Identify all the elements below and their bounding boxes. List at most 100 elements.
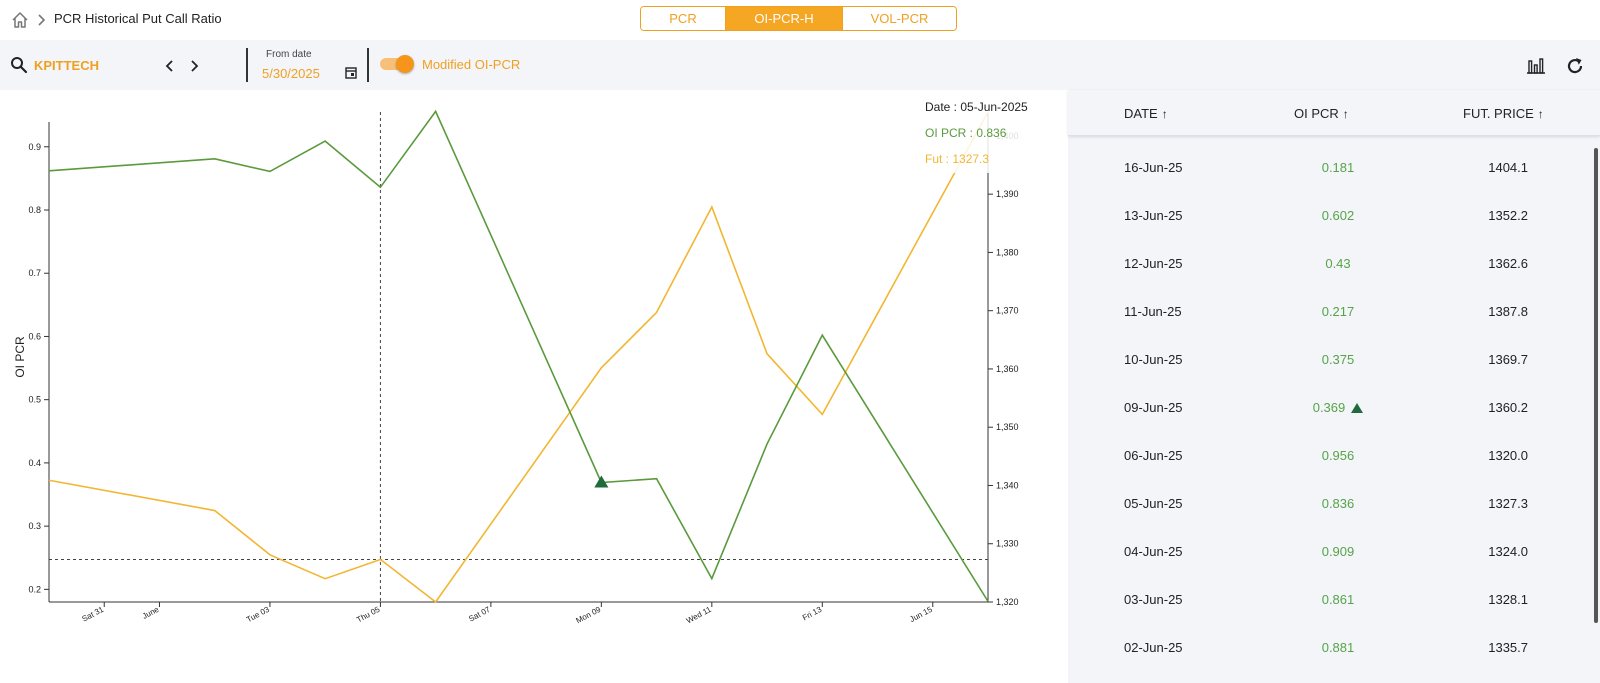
y-tick-label-right: 1,350 bbox=[996, 422, 1019, 432]
calendar-icon[interactable] bbox=[345, 66, 357, 79]
oi-pcr-line bbox=[48, 109, 989, 602]
x-tick-label: June bbox=[141, 605, 161, 621]
table-row[interactable]: 04-Jun-25 0.909 1324.0 bbox=[1068, 528, 1588, 576]
table-scrollbar[interactable] bbox=[1594, 148, 1598, 623]
cell-date: 03-Jun-25 bbox=[1124, 592, 1183, 607]
from-date-label: From date bbox=[266, 49, 312, 60]
bar-chart-icon[interactable] bbox=[1526, 56, 1546, 74]
cell-oi-pcr: 0.375 bbox=[1321, 352, 1355, 367]
cell-date: 11-Jun-25 bbox=[1124, 304, 1182, 319]
x-tick-label: Tue 03 bbox=[245, 605, 271, 625]
table-row[interactable]: 03-Jun-25 0.861 1328.1 bbox=[1068, 576, 1588, 624]
top-bar: PCR Historical Put Call Ratio PCR OI-PCR… bbox=[0, 0, 1600, 40]
x-tick-label: Sat 07 bbox=[467, 605, 492, 624]
sort-arrow-icon: ↑ bbox=[1537, 107, 1544, 121]
column-fut-price[interactable]: FUT. PRICE ↑ bbox=[1463, 106, 1544, 121]
y-tick-label-right: 1,390 bbox=[996, 189, 1019, 199]
toolbar: KPITTECH From date 5/30/2025 Modified OI… bbox=[0, 40, 1600, 90]
cell-oi-pcr: 0.861 bbox=[1321, 592, 1355, 607]
cell-fut-price: 1327.3 bbox=[1488, 496, 1528, 511]
pcr-chart[interactable]: 0.2 0.3 0.4 0.5 0.6 0.7 0.8 0.9 1,320 1,330 1,340 1… bbox=[0, 90, 1055, 683]
cell-oi-pcr: 0.836 bbox=[1321, 496, 1355, 511]
cell-date: 13-Jun-25 bbox=[1124, 208, 1183, 223]
y-tick-label-left: 0.8 bbox=[28, 205, 41, 215]
y-axis-label: OI PCR bbox=[13, 336, 27, 378]
y-tick-label-right: 1,340 bbox=[996, 480, 1019, 490]
tab-pcr[interactable]: PCR bbox=[641, 7, 725, 30]
tooltip-date: Date : 05-Jun-2025 bbox=[925, 100, 1028, 114]
cell-oi-pcr: 0.43 bbox=[1325, 256, 1351, 271]
cell-oi-pcr: 0.181 bbox=[1321, 160, 1355, 175]
cell-date: 02-Jun-25 bbox=[1124, 640, 1183, 655]
cell-oi-pcr: 0.909 bbox=[1321, 544, 1355, 559]
toggle-knob bbox=[396, 55, 414, 73]
y-tick-label-right: 1,380 bbox=[996, 247, 1019, 257]
divider bbox=[246, 48, 248, 82]
view-tabs: PCR OI-PCR-H VOL-PCR bbox=[640, 6, 957, 31]
modified-oi-pcr-toggle[interactable] bbox=[380, 55, 414, 73]
chart-tooltip: Date : 05-Jun-2025 OI PCR : 0.836 Fut : … bbox=[913, 93, 1045, 173]
cell-date: 04-Jun-25 bbox=[1124, 544, 1183, 559]
chevron-right-icon bbox=[38, 14, 46, 26]
home-icon[interactable] bbox=[10, 10, 30, 30]
chevron-left-icon[interactable] bbox=[164, 58, 176, 74]
x-tick-label: Wed 11 bbox=[685, 605, 713, 626]
from-date-input[interactable]: 5/30/2025 bbox=[262, 66, 320, 81]
y-tick-label-left: 0.6 bbox=[28, 331, 41, 341]
x-tick-label: Fri 13 bbox=[801, 605, 824, 623]
table-row[interactable]: 16-Jun-25 0.181 1404.1 bbox=[1068, 144, 1588, 192]
cell-date: 09-Jun-25 bbox=[1124, 400, 1183, 415]
column-date[interactable]: DATE ↑ bbox=[1124, 106, 1168, 121]
tab-vol-pcr[interactable]: VOL-PCR bbox=[842, 7, 956, 30]
chart-svg: 0.2 0.3 0.4 0.5 0.6 0.7 0.8 0.9 1,320 1,330 1,340 1… bbox=[13, 109, 1019, 626]
cell-date: 06-Jun-25 bbox=[1124, 448, 1183, 463]
cell-oi-pcr: 0.217 bbox=[1321, 304, 1355, 319]
fut-price-line bbox=[48, 111, 989, 604]
page-title: PCR Historical Put Call Ratio bbox=[54, 11, 222, 26]
cell-fut-price: 1335.7 bbox=[1488, 640, 1528, 655]
table-row[interactable]: 06-Jun-25 0.956 1320.0 bbox=[1068, 432, 1588, 480]
y-tick-label-left: 0.9 bbox=[28, 142, 41, 152]
cell-fut-price: 1387.8 bbox=[1488, 304, 1528, 319]
table-row[interactable]: 13-Jun-25 0.602 1352.2 bbox=[1068, 192, 1588, 240]
pcr-table: DATE ↑ OI PCR ↑ FUT. PRICE ↑ 16-Jun-25 0.181… bbox=[1068, 90, 1600, 683]
tooltip-oi: OI PCR : 0.836 bbox=[925, 126, 1007, 140]
tooltip-fut: Fut : 1327.3 bbox=[925, 152, 990, 166]
cell-fut-price: 1362.6 bbox=[1488, 256, 1528, 271]
table-row[interactable]: 09-Jun-25 0.369 1360.2 bbox=[1068, 384, 1588, 432]
y-tick-label-left: 0.3 bbox=[28, 521, 41, 531]
x-tick-label: Mon 09 bbox=[575, 605, 603, 626]
cell-oi-pcr: 0.602 bbox=[1321, 208, 1355, 223]
cell-fut-price: 1328.1 bbox=[1488, 592, 1528, 607]
y-tick-label-right: 1,360 bbox=[996, 364, 1019, 374]
cell-fut-price: 1320.0 bbox=[1488, 448, 1528, 463]
cell-date: 16-Jun-25 bbox=[1124, 160, 1183, 175]
chevron-right-icon[interactable] bbox=[188, 58, 200, 74]
divider bbox=[367, 48, 369, 82]
x-tick-label: Jun 15 bbox=[908, 605, 934, 624]
y-tick-label-left: 0.5 bbox=[28, 395, 41, 405]
y-tick-label-left: 0.2 bbox=[28, 584, 41, 594]
sort-arrow-icon: ↑ bbox=[1342, 107, 1349, 121]
table-row[interactable]: 10-Jun-25 0.375 1369.7 bbox=[1068, 336, 1588, 384]
x-tick-label: Thu 05 bbox=[355, 605, 382, 625]
y-tick-label-right: 1,320 bbox=[996, 597, 1019, 607]
refresh-icon[interactable] bbox=[1565, 56, 1585, 76]
y-tick-label-right: 1,370 bbox=[996, 306, 1019, 316]
table-row[interactable]: 12-Jun-25 0.43 1362.6 bbox=[1068, 240, 1588, 288]
cell-oi-pcr: 0.881 bbox=[1321, 640, 1355, 655]
y-tick-label-left: 0.4 bbox=[28, 458, 41, 468]
cell-oi-pcr: 0.956 bbox=[1321, 448, 1355, 463]
table-row[interactable]: 05-Jun-25 0.836 1327.3 bbox=[1068, 480, 1588, 528]
triangle-up-icon bbox=[1351, 403, 1364, 413]
column-oi-pcr[interactable]: OI PCR ↑ bbox=[1294, 106, 1349, 121]
cell-date: 05-Jun-25 bbox=[1124, 496, 1183, 511]
search-icon[interactable] bbox=[10, 56, 28, 74]
y-tick-label-right: 1,330 bbox=[996, 539, 1019, 549]
table-row[interactable]: 11-Jun-25 0.217 1387.8 bbox=[1068, 288, 1588, 336]
table-row[interactable]: 02-Jun-25 0.881 1335.7 bbox=[1068, 624, 1588, 672]
symbol-input[interactable]: KPITTECH bbox=[34, 58, 99, 73]
tab-oi-pcr-h[interactable]: OI-PCR-H bbox=[725, 7, 842, 30]
cell-fut-price: 1369.7 bbox=[1488, 352, 1528, 367]
cell-fut-price: 1324.0 bbox=[1488, 544, 1528, 559]
